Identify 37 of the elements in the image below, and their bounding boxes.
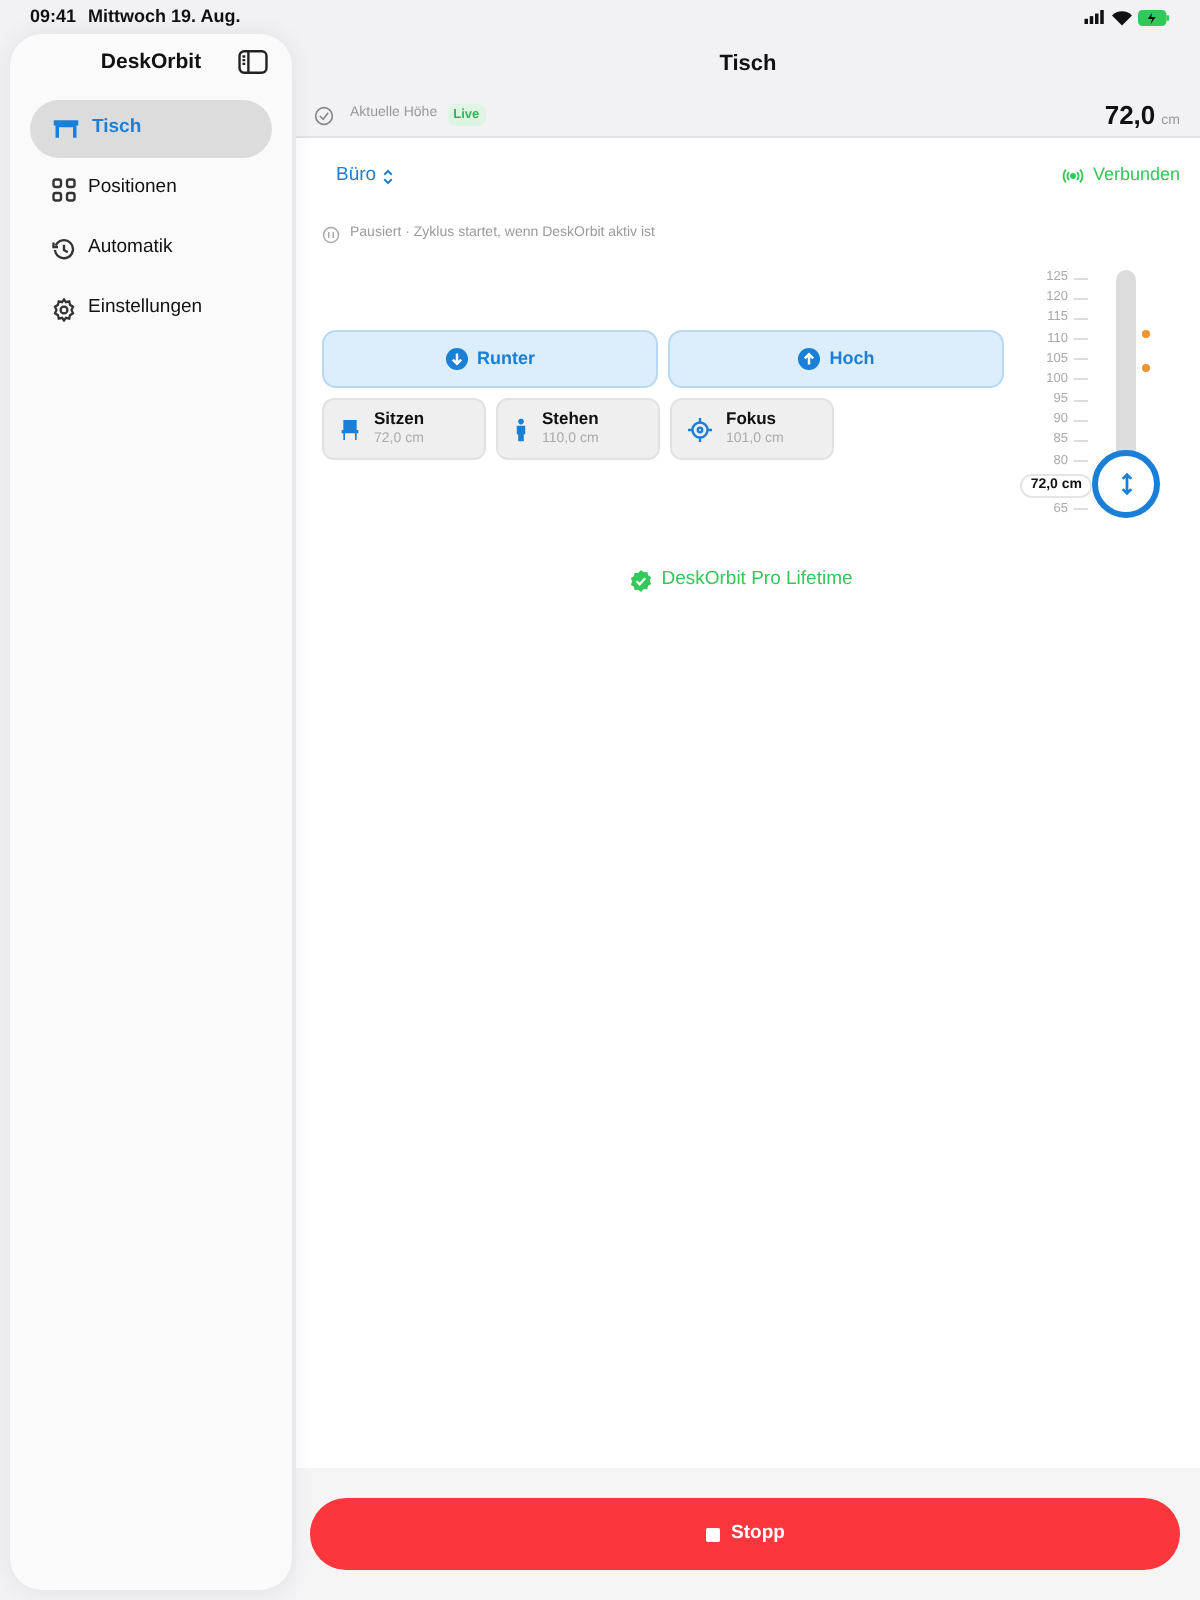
sidebar-item[interactable]: Einstellungen — [30, 280, 272, 338]
nav-title: Tisch — [719, 49, 777, 80]
up-arrow-icon — [797, 348, 820, 370]
location-picker[interactable]: Büro — [336, 161, 395, 191]
stop-icon — [705, 1527, 720, 1541]
down-arrow-icon — [445, 348, 467, 370]
sidebar-title: DeskOrbit — [100, 48, 202, 79]
pro-status: DeskOrbit Pro Lifetime — [661, 566, 853, 594]
sidebar-item[interactable]: Automatik — [30, 220, 272, 278]
height-handle[interactable] — [1092, 449, 1160, 518]
settings-icon — [52, 297, 76, 321]
sidebar-item[interactable]: Positionen — [30, 160, 272, 218]
signal-icon — [1084, 10, 1106, 24]
person-icon — [514, 417, 528, 441]
height-value: 72,0 — [1104, 97, 1156, 134]
history-icon — [52, 237, 76, 261]
sidebar-toggle-button[interactable] — [238, 50, 268, 74]
wifi-icon — [1112, 9, 1132, 25]
preset-name: Fokus — [726, 408, 779, 430]
chair-icon — [340, 417, 360, 441]
up-down-arrow-icon — [1119, 471, 1133, 496]
pause-icon — [322, 225, 340, 243]
check-circle-icon — [314, 105, 334, 125]
stop-button[interactable]: Stopp — [310, 1498, 1180, 1570]
battery-icon — [1138, 9, 1170, 25]
verified-badge-icon — [629, 569, 652, 592]
status-date: Mittwoch 19. Aug. — [88, 3, 241, 30]
desk-icon — [52, 118, 80, 140]
target-icon — [688, 417, 712, 441]
status-time: 09:41 — [30, 3, 77, 30]
sidebar-icon — [238, 50, 268, 74]
broadcast-icon — [1062, 168, 1085, 184]
preset-name: Stehen — [542, 408, 599, 430]
preset-name: Sitzen — [374, 408, 425, 430]
grid-icon — [52, 177, 76, 201]
chevron-up-down-icon — [382, 167, 395, 185]
connection-status: Verbunden — [1092, 162, 1180, 189]
